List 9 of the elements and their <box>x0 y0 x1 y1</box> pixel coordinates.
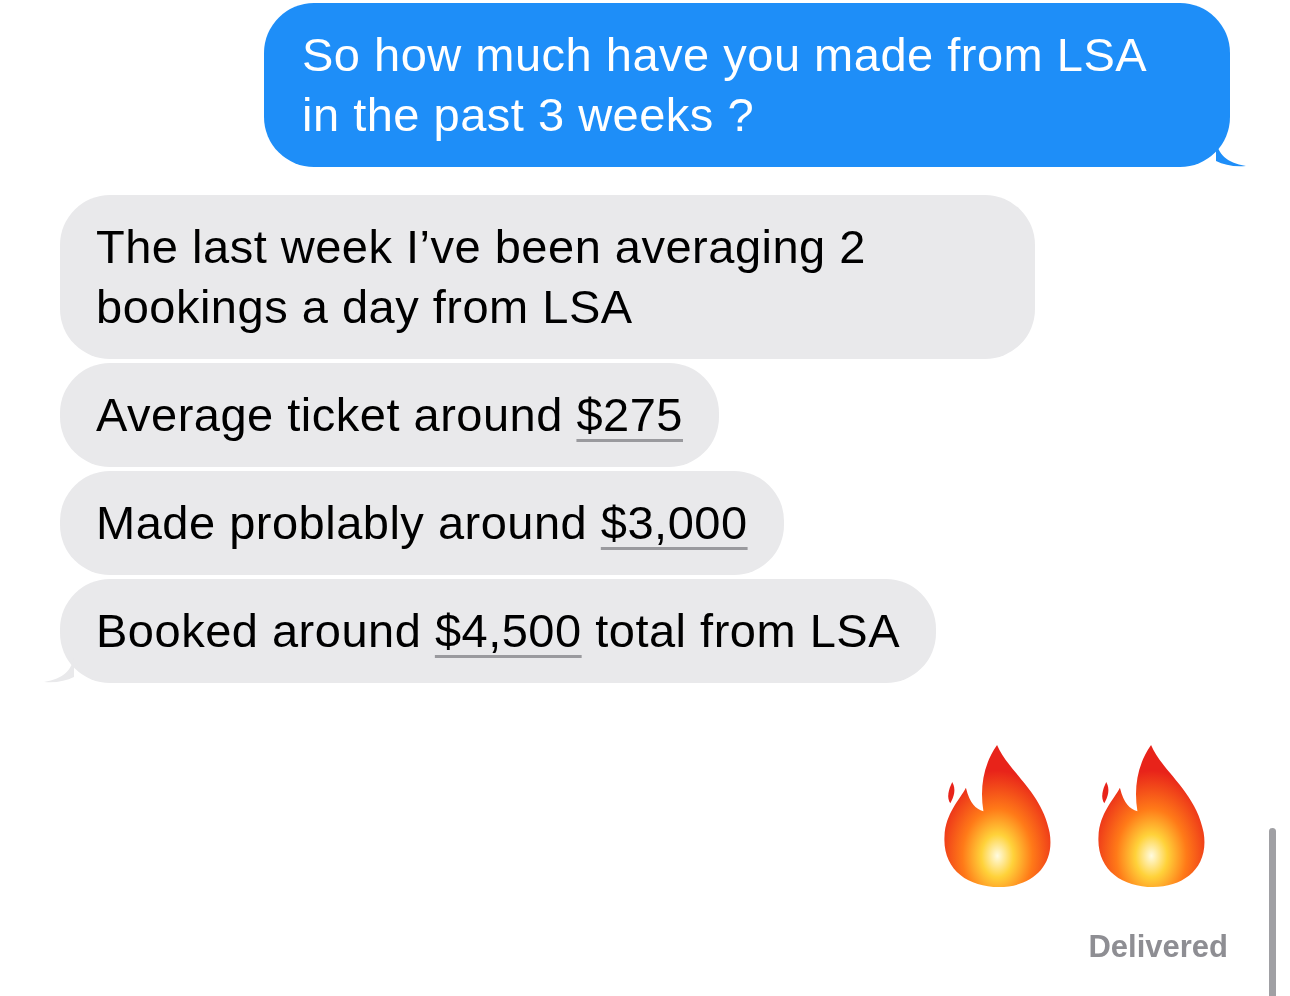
message-text: Average ticket around $275 <box>96 387 683 443</box>
amount-link[interactable]: $275 <box>576 388 683 441</box>
message-text: So how much have you made from LSA in the past 3 weeks ? <box>302 27 1147 143</box>
message-text: Made problably around $3,000 <box>96 495 748 551</box>
message-text: Booked around $4,500 total from LSA <box>96 603 900 659</box>
amount-link[interactable]: $4,500 <box>434 604 582 657</box>
message-text: The last week I’ve been averaging 2 bookings a day from LSA <box>96 219 867 335</box>
amount-link[interactable]: $3,000 <box>600 496 748 549</box>
delivered-status: Delivered <box>1088 929 1228 965</box>
